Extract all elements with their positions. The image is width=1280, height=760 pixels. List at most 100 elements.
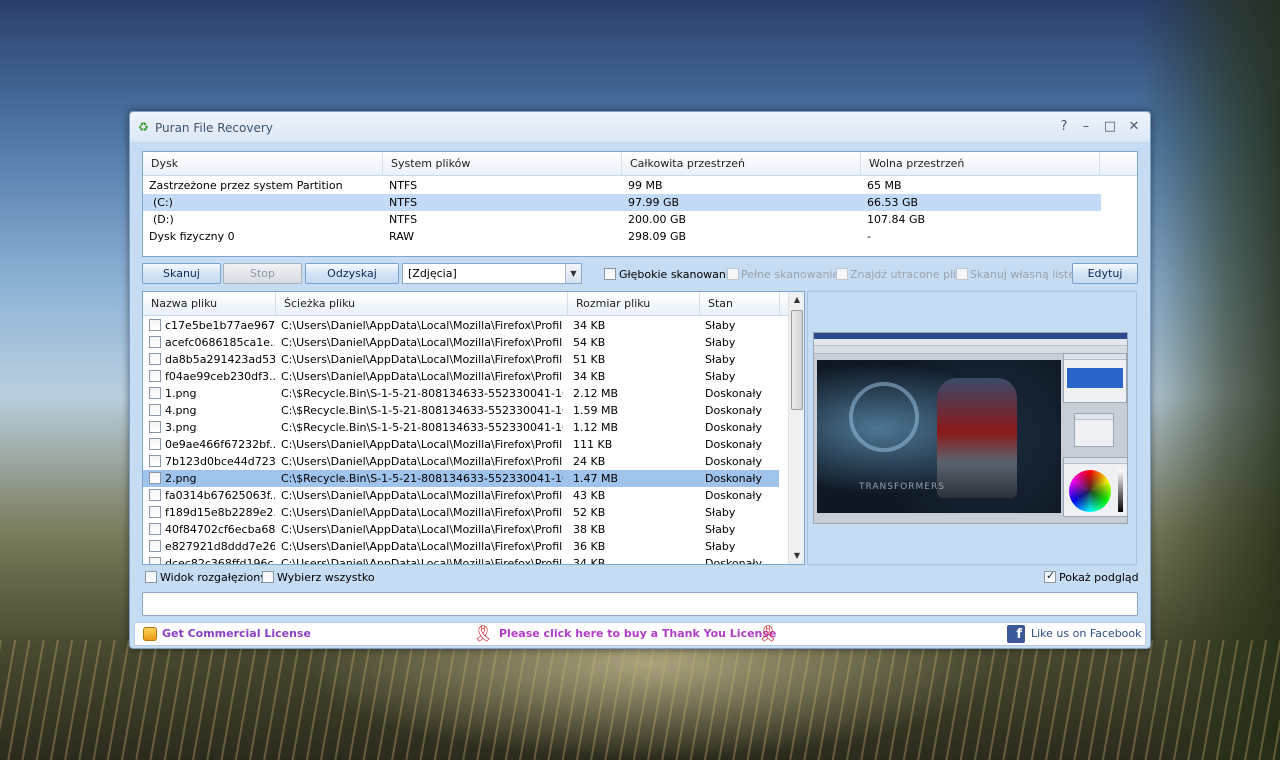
edit-button[interactable]: Edytuj [1072,263,1138,284]
scroll-thumb[interactable] [791,310,803,410]
file-row-checkbox[interactable] [149,540,161,552]
file-cell-state: Słaby [705,336,736,349]
find-lost-files-checkbox[interactable] [836,268,848,280]
file-row[interactable]: f189d15e8b2289e2... C:\Users\Daniel\AppDa… [143,504,779,521]
file-row-checkbox[interactable] [149,421,161,433]
maximize-button[interactable]: □ [1101,118,1119,136]
file-cell-state: Doskonały [705,421,762,434]
drive-row[interactable]: (C:) NTFS 97.99 GB 66.53 GB [143,194,1101,211]
tree-view-label: Widok rozgałęziony [160,571,267,584]
column-filesystem[interactable]: System plików [383,152,622,176]
file-row[interactable]: 4.png C:\$Recycle.Bin\S-1-5-21-808134633-… [143,402,779,419]
file-row-checkbox[interactable] [149,387,161,399]
select-all-checkbox[interactable] [262,571,274,583]
coins-icon [143,627,157,641]
file-cell-state: Doskonały [705,455,762,468]
file-row-checkbox[interactable] [149,557,161,564]
file-row[interactable]: 7b123d0bce44d723... C:\Users\Daniel\AppDa… [143,453,779,470]
file-cell-path: C:\Users\Daniel\AppData\Local\Mozilla\Fi… [281,523,563,536]
scan-button[interactable]: Skanuj [142,263,221,284]
column-state[interactable]: Stan [700,292,780,316]
file-cell-size: 1.59 MB [573,404,619,417]
file-row-checkbox[interactable] [149,404,161,416]
thank-you-license-link[interactable]: Please click here to buy a Thank You Lic… [499,627,776,640]
file-row[interactable]: c17e5be1b77ae967... C:\Users\Daniel\AppDa… [143,317,779,334]
column-disk[interactable]: Dysk [143,152,383,176]
preview-robot [937,378,1017,498]
file-row-checkbox[interactable] [149,353,161,365]
file-cell-state: Słaby [705,506,736,519]
file-cell-path: C:\Users\Daniel\AppData\Local\Mozilla\Fi… [281,557,563,565]
facebook-link[interactable]: Like us on Facebook [1031,627,1142,640]
file-row-checkbox[interactable] [149,523,161,535]
drive-cell-total: 200.00 GB [628,213,687,226]
file-cell-name: acefc0686185ca1e... [165,336,275,349]
file-row[interactable]: e827921d8ddd7e26... C:\Users\Daniel\AppDa… [143,538,779,555]
drive-cell-fs: NTFS [389,213,418,226]
file-cell-name: c17e5be1b77ae967... [165,319,275,332]
show-preview-checkbox[interactable] [1044,569,1056,583]
column-free-space[interactable]: Wolna przestrzeń [861,152,1100,176]
file-cell-size: 1.12 MB [573,421,619,434]
file-row[interactable]: 0e9ae466f67232bf... C:\Users\Daniel\AppDa… [143,436,779,453]
scroll-down-icon[interactable]: ▼ [789,548,804,564]
deep-scan-label: Głębokie skanowanie [619,268,736,281]
deep-scan-checkbox[interactable] [604,268,616,280]
tree-view-checkbox[interactable] [145,571,157,583]
preview-colors-pane [1063,457,1127,517]
file-cell-path: C:\Users\Daniel\AppData\Local\Mozilla\Fi… [281,319,563,332]
drive-row[interactable]: Zastrzeżone przez system Partition NTFS 99… [143,177,1101,194]
file-cell-name: fa0314b67625063f... [165,489,275,502]
file-row-checkbox[interactable] [149,472,161,484]
facebook-icon[interactable]: f [1007,625,1025,643]
file-row-checkbox[interactable] [149,489,161,501]
file-row[interactable]: acefc0686185ca1e... C:\Users\Daniel\AppDa… [143,334,779,351]
file-row[interactable]: 2.png C:\$Recycle.Bin\S-1-5-21-808134633-… [143,470,779,487]
file-row[interactable]: da8b5a291423ad53... C:\Users\Daniel\AppDa… [143,351,779,368]
drive-cell-name: Zastrzeżone przez system Partition [149,179,343,192]
file-cell-path: C:\Users\Daniel\AppData\Local\Mozilla\Fi… [281,455,563,468]
file-cell-size: 52 KB [573,506,606,519]
drive-row[interactable]: (D:) NTFS 200.00 GB 107.84 GB [143,211,1101,228]
close-button[interactable]: ✕ [1125,118,1143,136]
column-filepath[interactable]: Ścieżka pliku [276,292,568,316]
preview-layers-pane [1063,353,1127,403]
preview-layer-thumb [1067,368,1123,388]
title-bar[interactable]: ♻ Puran File Recovery ? – □ ✕ [130,112,1150,142]
file-row-checkbox[interactable] [149,370,161,382]
column-filesize[interactable]: Rozmiar pliku [568,292,700,316]
file-cell-name: 2.png [165,472,197,485]
file-row-checkbox[interactable] [149,455,161,467]
file-list-scrollbar[interactable]: ▲ ▼ [788,292,804,564]
file-row[interactable]: 1.png C:\$Recycle.Bin\S-1-5-21-808134633-… [143,385,779,402]
preview-caption: TRANSFORMERS [859,482,945,492]
file-row-checkbox[interactable] [149,506,161,518]
file-row[interactable]: 3.png C:\$Recycle.Bin\S-1-5-21-808134633-… [143,419,779,436]
file-row[interactable]: fa0314b67625063f... C:\Users\Daniel\AppDa… [143,487,779,504]
file-cell-path: C:\$Recycle.Bin\S-1-5-21-808134633-55233… [281,472,563,485]
file-row-checkbox[interactable] [149,438,161,450]
custom-list-checkbox[interactable] [956,268,968,280]
file-cell-path: C:\$Recycle.Bin\S-1-5-21-808134633-55233… [281,421,563,434]
full-scan-checkbox[interactable] [727,268,739,280]
ribbon-icon: 🎗 [758,624,779,643]
help-button[interactable]: ? [1055,118,1073,136]
file-cell-state: Słaby [705,319,736,332]
recover-button[interactable]: Odzyskaj [305,263,399,284]
file-row-checkbox[interactable] [149,336,161,348]
stop-button[interactable]: Stop [223,263,302,284]
file-row[interactable]: f04ae99ceb230df3... C:\Users\Daniel\AppDa… [143,368,779,385]
commercial-license-link[interactable]: Get Commercial License [162,627,311,640]
file-type-filter[interactable]: [Zdjęcia] ▼ [402,263,582,284]
dropdown-arrow-icon[interactable]: ▼ [565,264,581,283]
drive-cell-name: Dysk fizyczny 0 [149,230,235,243]
file-row-checkbox[interactable] [149,319,161,331]
scroll-up-icon[interactable]: ▲ [789,292,804,308]
minimize-button[interactable]: – [1077,118,1095,136]
column-filename[interactable]: Nazwa pliku [143,292,276,316]
drive-row[interactable]: Dysk fizyczny 0 RAW 298.09 GB - [143,228,1101,245]
file-cell-path: C:\Users\Daniel\AppData\Local\Mozilla\Fi… [281,438,563,451]
file-row[interactable]: dcec82c368ffd196c... C:\Users\Daniel\AppD… [143,555,779,565]
column-total-space[interactable]: Całkowita przestrzeń [622,152,861,176]
file-row[interactable]: 40f84702cf6ecba68... C:\Users\Daniel\AppD… [143,521,779,538]
